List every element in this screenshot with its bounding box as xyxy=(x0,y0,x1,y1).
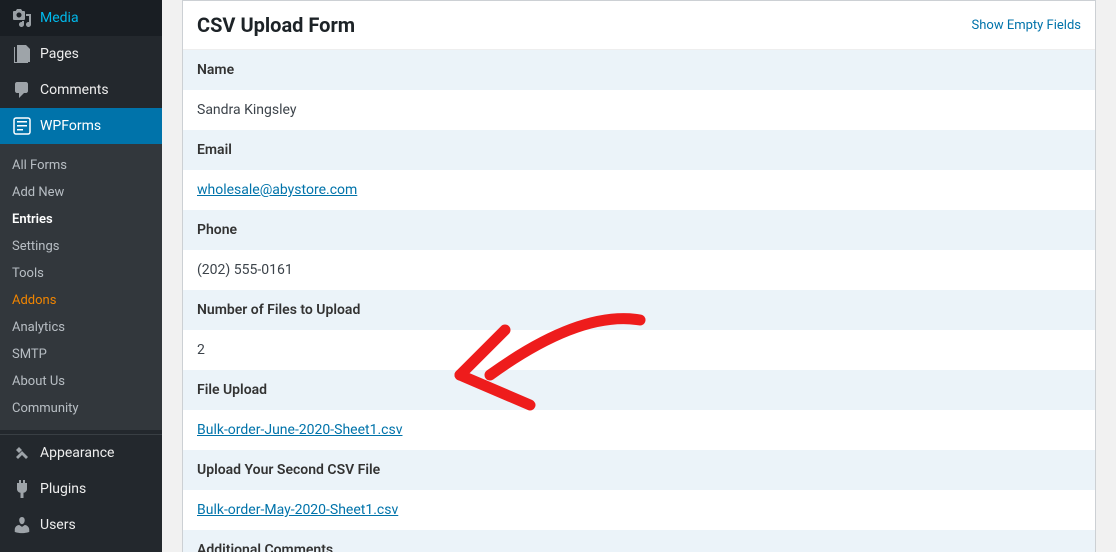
sidebar-item-label: Plugins xyxy=(40,481,86,497)
sidebar-item-appearance[interactable]: Appearance xyxy=(0,435,162,471)
sidebar-item-label: Appearance xyxy=(40,445,114,461)
media-icon xyxy=(12,8,32,28)
field-comments-label: Additional Comments xyxy=(183,530,1095,552)
submenu-add-new[interactable]: Add New xyxy=(0,179,162,206)
sidebar-item-users[interactable]: Users xyxy=(0,507,162,543)
submenu-settings[interactable]: Settings xyxy=(0,233,162,260)
sidebar-item-wpforms[interactable]: WPForms xyxy=(0,108,162,144)
submenu-entries[interactable]: Entries xyxy=(0,206,162,233)
sidebar-item-pages[interactable]: Pages xyxy=(0,36,162,72)
field-phone-label: Phone xyxy=(183,210,1095,250)
submenu-tools[interactable]: Tools xyxy=(0,260,162,287)
field-numfiles-value: 2 xyxy=(183,330,1095,370)
field-name-label: Name xyxy=(183,50,1095,90)
appearance-icon xyxy=(12,443,32,463)
sidebar-item-label: Media xyxy=(40,10,79,26)
wpforms-icon xyxy=(12,116,32,136)
submenu-all-forms[interactable]: All Forms xyxy=(0,152,162,179)
pages-icon xyxy=(12,44,32,64)
field-fileupload-value: Bulk-order-June-2020-Sheet1.csv xyxy=(183,410,1095,450)
sidebar-item-comments[interactable]: Comments xyxy=(0,72,162,108)
submenu-analytics[interactable]: Analytics xyxy=(0,314,162,341)
submenu-about-us[interactable]: About Us xyxy=(0,368,162,395)
wpforms-submenu: All Forms Add New Entries Settings Tools… xyxy=(0,144,162,430)
panel-title: CSV Upload Form xyxy=(197,13,355,37)
entry-panel: CSV Upload Form Show Empty Fields Name S… xyxy=(182,0,1096,552)
file-link-2[interactable]: Bulk-order-May-2020-Sheet1.csv xyxy=(197,502,398,518)
field-email-value: wholesale@abystore.com xyxy=(183,170,1095,210)
sidebar-item-label: WPForms xyxy=(40,118,101,134)
field-name-value: Sandra Kingsley xyxy=(183,90,1095,130)
comments-icon xyxy=(12,80,32,100)
field-second-value: Bulk-order-May-2020-Sheet1.csv xyxy=(183,490,1095,530)
submenu-smtp[interactable]: SMTP xyxy=(0,341,162,368)
sidebar-item-media[interactable]: Media xyxy=(0,0,162,36)
sidebar-item-label: Pages xyxy=(40,46,79,62)
sidebar-item-label: Comments xyxy=(40,82,109,98)
field-second-label: Upload Your Second CSV File xyxy=(183,450,1095,490)
sidebar-item-label: Users xyxy=(40,517,76,533)
plugins-icon xyxy=(12,479,32,499)
field-phone-value: (202) 555-0161 xyxy=(183,250,1095,290)
field-numfiles-label: Number of Files to Upload xyxy=(183,290,1095,330)
submenu-addons[interactable]: Addons xyxy=(0,287,162,314)
field-fileupload-label: File Upload xyxy=(183,370,1095,410)
admin-sidebar: Media Pages Comments WPForms All Forms A… xyxy=(0,0,162,552)
submenu-community[interactable]: Community xyxy=(0,395,162,422)
file-link-1[interactable]: Bulk-order-June-2020-Sheet1.csv xyxy=(197,422,403,438)
main-content: CSV Upload Form Show Empty Fields Name S… xyxy=(162,0,1116,552)
panel-header: CSV Upload Form Show Empty Fields xyxy=(183,1,1095,50)
field-email-label: Email xyxy=(183,130,1095,170)
show-empty-fields-link[interactable]: Show Empty Fields xyxy=(972,18,1081,33)
email-link[interactable]: wholesale@abystore.com xyxy=(197,182,357,198)
sidebar-item-plugins[interactable]: Plugins xyxy=(0,471,162,507)
users-icon xyxy=(12,515,32,535)
